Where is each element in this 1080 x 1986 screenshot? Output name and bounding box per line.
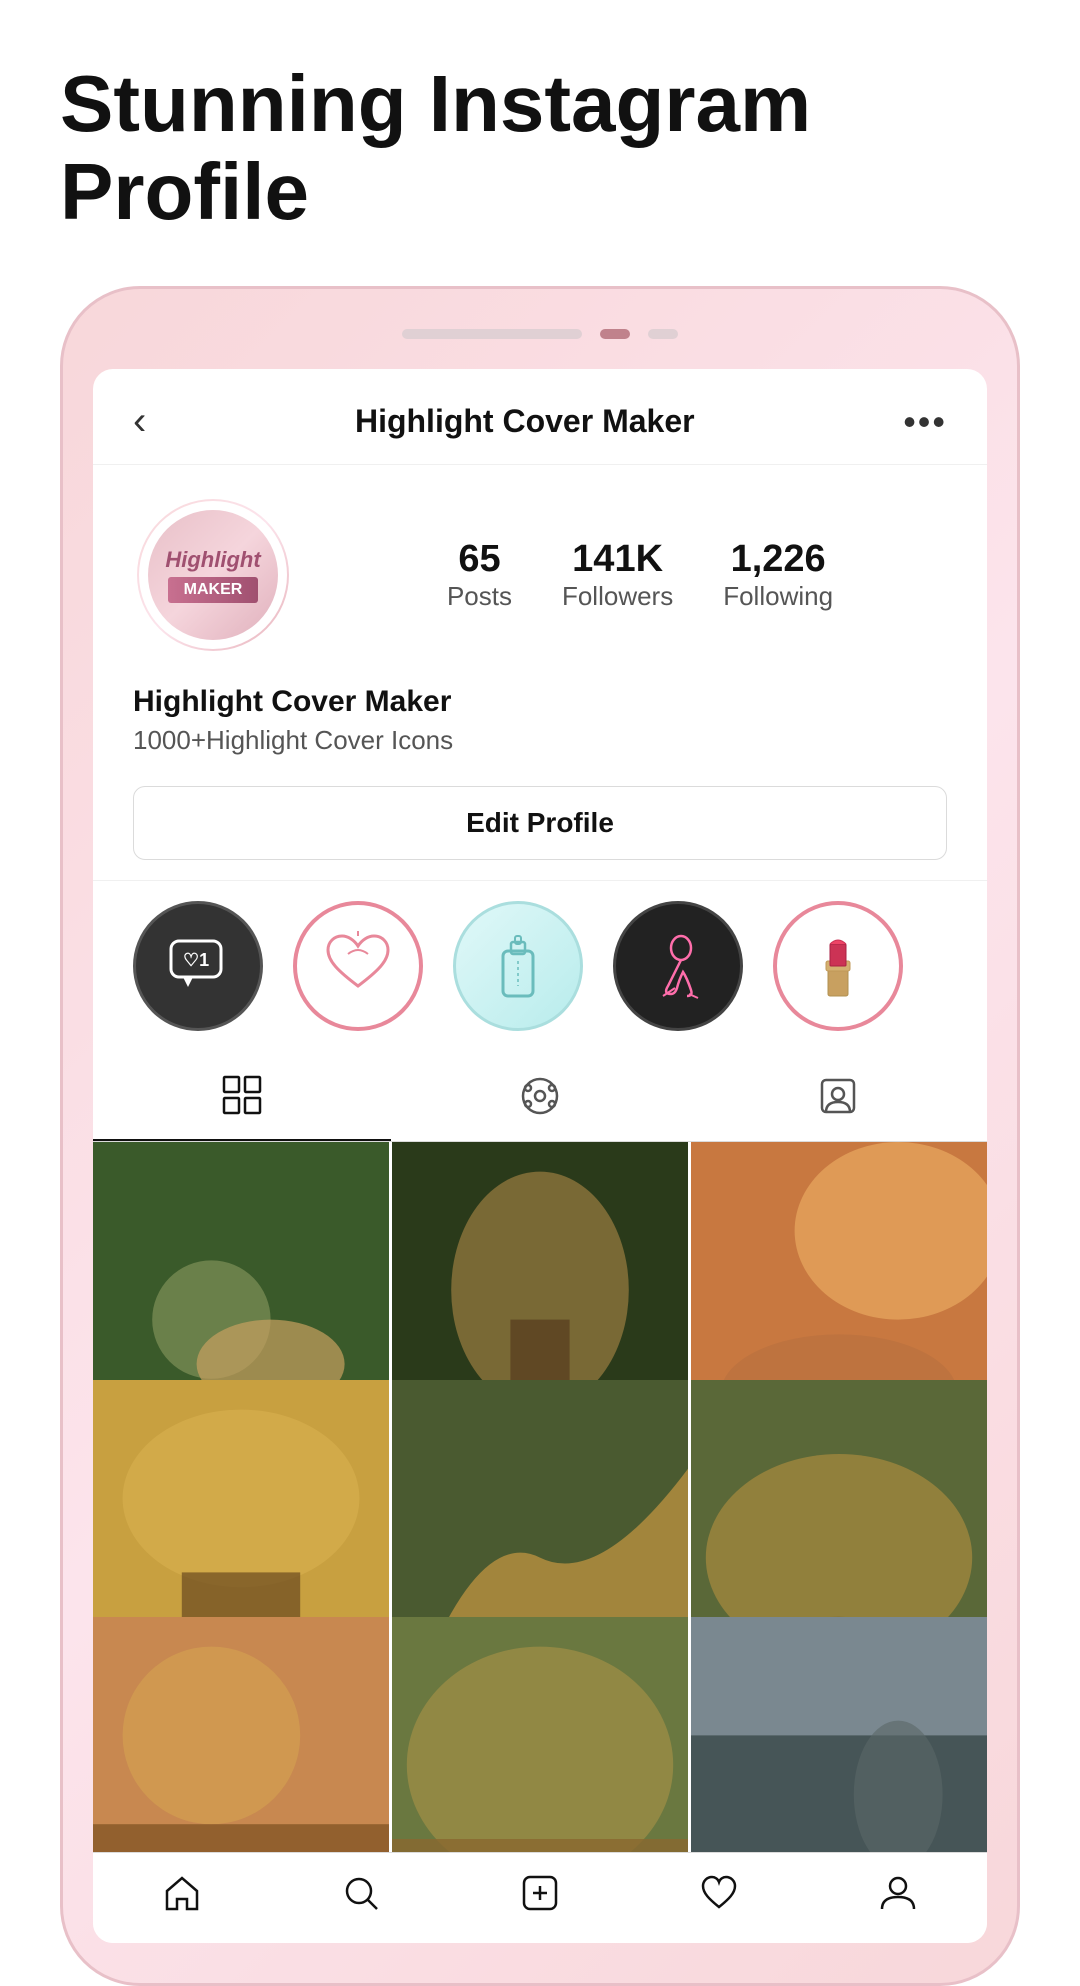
highlight-circle-hearts: [293, 901, 423, 1031]
flamingo-icon: [643, 926, 713, 1006]
reels-icon: [518, 1074, 562, 1118]
nav-profile[interactable]: [808, 1873, 987, 1913]
dot-3: [648, 329, 678, 339]
highlight-lipstick[interactable]: [773, 901, 903, 1031]
highlight-notifications[interactable]: ♡1: [133, 901, 263, 1031]
profile-stats: 65 Posts 141K Followers 1,226 Following: [333, 538, 947, 612]
page-header: Stunning Instagram Profile: [0, 0, 1080, 266]
heart-icon: [699, 1873, 739, 1913]
grid-photo-8[interactable]: [392, 1617, 688, 1852]
nav-heart[interactable]: [629, 1873, 808, 1913]
grid-photo-7[interactable]: [93, 1617, 389, 1852]
followers-label: Followers: [562, 581, 673, 611]
posts-label: Posts: [447, 581, 512, 611]
highlights-strip: ♡1: [93, 880, 987, 1051]
avatar: Highlight MAKER: [133, 495, 293, 655]
dot-2: [600, 329, 630, 339]
avatar-text: Highlight: [165, 547, 260, 573]
highlight-circle-perfume: [453, 901, 583, 1031]
page-title: Stunning Instagram Profile: [60, 60, 1020, 236]
nav-add[interactable]: [451, 1873, 630, 1913]
dot-1: [402, 329, 582, 339]
highlight-circle-lipstick: [773, 901, 903, 1031]
stat-posts: 65 Posts: [447, 538, 512, 612]
avatar-banner: MAKER: [168, 577, 259, 603]
profile-section: Highlight MAKER 65 Posts 141K Followers …: [93, 465, 987, 685]
search-icon: [341, 1873, 381, 1913]
stat-following[interactable]: 1,226 Following: [723, 538, 833, 612]
username: Highlight Cover Maker: [133, 685, 947, 719]
edit-profile-button[interactable]: Edit Profile: [133, 786, 947, 860]
avatar-inner: Highlight MAKER: [139, 501, 287, 649]
highlight-perfume[interactable]: [453, 901, 583, 1031]
grid-icon: [220, 1073, 264, 1117]
ig-nav-bar: ‹ Highlight Cover Maker •••: [93, 369, 987, 465]
highlight-hearts[interactable]: [293, 901, 423, 1031]
nav-search[interactable]: [272, 1873, 451, 1913]
grid-photo-9[interactable]: [691, 1617, 987, 1852]
add-post-icon: [520, 1873, 560, 1913]
following-label: Following: [723, 581, 833, 611]
posts-count: 65: [447, 538, 512, 581]
svg-text:♡1: ♡1: [183, 950, 209, 970]
perfume-icon: [483, 926, 553, 1006]
highlight-circle-notifications: ♡1: [133, 901, 263, 1031]
person-icon: [878, 1873, 918, 1913]
ig-tabs: [93, 1051, 987, 1142]
pagination-dots: [402, 329, 678, 339]
tab-tagged[interactable]: [689, 1051, 987, 1141]
phone-mockup: ‹ Highlight Cover Maker ••• Highlight MA…: [60, 286, 1020, 1986]
tagged-icon: [816, 1074, 860, 1118]
stat-followers[interactable]: 141K Followers: [562, 538, 673, 612]
ig-bottom-nav: [93, 1852, 987, 1943]
highlight-circle-flamingo: [613, 901, 743, 1031]
hearts-icon: [318, 926, 398, 1006]
instagram-screen: ‹ Highlight Cover Maker ••• Highlight MA…: [93, 369, 987, 1943]
tab-grid[interactable]: [93, 1051, 391, 1141]
lipstick-icon: [808, 926, 868, 1006]
following-count: 1,226: [723, 538, 833, 581]
avatar-content: Highlight MAKER: [148, 510, 278, 640]
highlight-flamingo[interactable]: [613, 901, 743, 1031]
back-button[interactable]: ‹: [133, 399, 146, 444]
bio: 1000+Highlight Cover Icons: [133, 725, 947, 756]
tab-reels[interactable]: [391, 1051, 689, 1141]
ig-nav-title: Highlight Cover Maker: [355, 403, 695, 440]
notification-icon: ♡1: [163, 931, 233, 1001]
more-options-button[interactable]: •••: [903, 401, 947, 443]
followers-count: 141K: [562, 538, 673, 581]
home-icon: [162, 1873, 202, 1913]
nav-home[interactable]: [93, 1873, 272, 1913]
photo-grid: [93, 1142, 987, 1852]
profile-info: Highlight Cover Maker 1000+Highlight Cov…: [93, 685, 987, 776]
